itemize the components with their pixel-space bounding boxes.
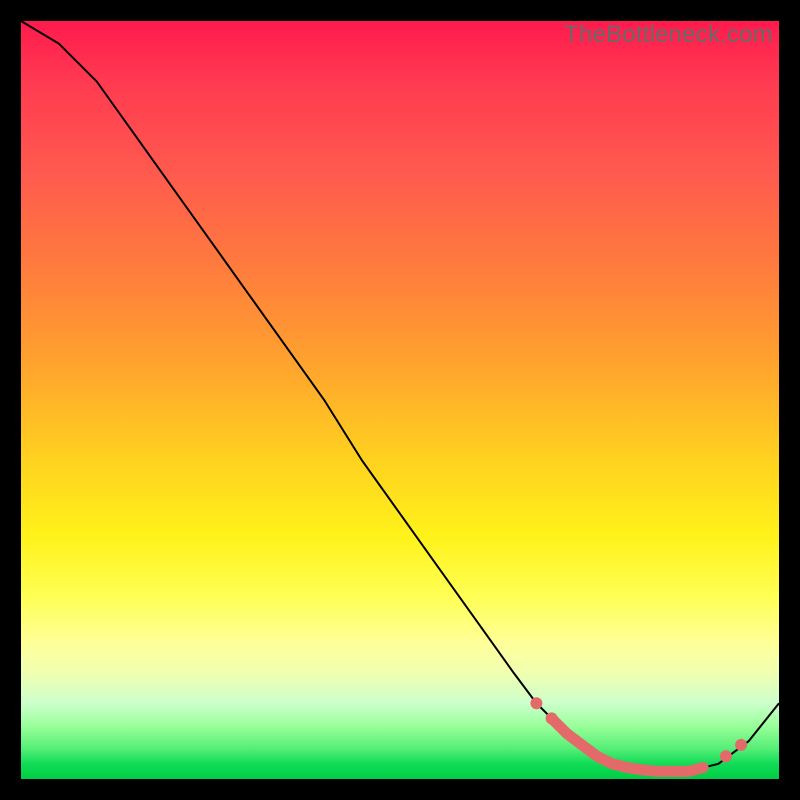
highlight-dot — [622, 763, 632, 773]
highlight-dot — [530, 697, 542, 709]
chart-frame: TheBottleneck.com — [21, 21, 779, 779]
highlight-dot — [607, 759, 617, 769]
highlight-dot — [592, 751, 602, 761]
highlight-dot — [698, 763, 708, 773]
highlight-dot — [546, 712, 558, 724]
bottleneck-curve — [21, 21, 779, 771]
highlight-dot — [638, 765, 648, 775]
highlight-dot — [653, 766, 663, 776]
highlight-dot — [683, 766, 693, 776]
highlight-dot — [735, 739, 747, 751]
chart-svg — [21, 21, 779, 779]
highlight-dot — [577, 740, 587, 750]
highlight-dot — [562, 729, 572, 739]
highlight-dot — [668, 766, 678, 776]
highlight-dot — [720, 750, 732, 762]
